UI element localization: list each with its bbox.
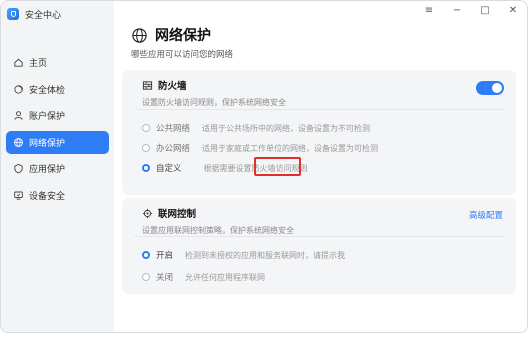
main-panel: ≡ − □ ✕ 网络保护 哪些应用可以访问您的网络 防火墙 设置防火墙访问规则，… [114,1,527,332]
firewall-option-office[interactable]: 办公网络 适用于家庭或工作单位的网络，设备设置为可检测 [142,142,378,154]
sidebar-item-account[interactable]: 账户保护 [6,104,109,127]
user-icon [13,110,24,121]
window-controls: ≡ − □ ✕ [423,5,519,16]
option-desc: 根据需要设置防火墙访问规则 [203,163,308,173]
device-icon [13,190,24,201]
firewall-title: 防火墙 [142,78,286,92]
close-button[interactable]: ✕ [507,5,519,16]
option-label: 公共网络 [156,124,191,134]
firewall-option-public[interactable]: 公共网络 适用于公共场所中的网络，设备设置为不可检测 [142,122,370,134]
network-control-icon [142,208,153,218]
sidebar: 安全中心 主页 安全体检 账户保护 网络保护 应用保护 设备安全 [1,1,114,332]
sidebar-item-label: 安全体检 [29,85,66,96]
shield-icon [13,163,24,174]
sidebar-item-label: 账户保护 [29,112,66,122]
app-logo-icon [7,8,19,20]
option-desc: 适用于公共场所中的网络，设备设置为不可检测 [202,123,371,133]
network-control-title-text: 联网控制 [158,209,197,220]
radio-button-selected[interactable] [142,251,150,259]
network-control-title: 联网控制 [142,206,294,220]
sidebar-item-label: 网络保护 [29,138,66,149]
network-control-card: 联网控制 设置应用联网控制策略，保护系统网络安全 高级配置 开启 检测到未授权的… [122,198,516,294]
page-subtitle: 哪些应用可以访问您的网络 [131,50,234,60]
option-desc: 允许任何应用程序联网 [185,272,266,282]
firewall-option-custom[interactable]: 自定义 根据需要设置防火墙访问规则 [142,162,308,174]
network-control-header: 联网控制 设置应用联网控制策略，保护系统网络安全 [142,206,294,236]
firewall-title-text: 防火墙 [158,81,187,92]
maximize-button[interactable]: □ [479,5,491,16]
firewall-desc: 设置防火墙访问规则，保护系统网络安全 [142,98,286,107]
page-title-text: 网络保护 [155,28,211,44]
page-header: 网络保护 哪些应用可以访问您的网络 [131,25,233,60]
advanced-config-link[interactable]: 高级配置 [469,209,503,221]
menu-icon[interactable]: ≡ [423,5,435,16]
option-label: 关闭 [156,273,174,283]
option-desc: 适用于家庭或工作单位的网络，设备设置为可检测 [202,143,379,153]
firewall-header: 防火墙 设置防火墙访问规则，保护系统网络安全 [142,78,286,108]
network-control-desc: 设置应用联网控制策略，保护系统网络安全 [142,226,294,235]
app-title: 安全中心 [25,10,62,21]
firewall-toggle[interactable] [476,81,504,95]
divider [134,109,504,110]
radio-button[interactable] [142,144,150,152]
firewall-card: 防火墙 设置防火墙访问规则，保护系统网络安全 公共网络 适用于公共场所中的网络，… [122,70,516,195]
option-label: 办公网络 [156,144,191,154]
sidebar-item-label: 主页 [29,59,48,69]
sidebar-item-network[interactable]: 网络保护 [6,130,109,154]
minimize-button[interactable]: − [451,5,463,16]
globe-icon [132,27,147,43]
sidebar-item-home[interactable]: 主页 [6,51,109,74]
app-title-bar: 安全中心 [7,6,61,22]
option-desc: 检测到未授权的应用和服务联网时，请提示我 [185,250,346,260]
sidebar-item-device[interactable]: 设备安全 [6,184,109,207]
sidebar-item-checkup[interactable]: 安全体检 [6,78,109,101]
sidebar-item-app-protect[interactable]: 应用保护 [6,157,109,180]
sidebar-item-label: 应用保护 [29,165,66,175]
option-label: 自定义 [156,164,182,174]
radio-button[interactable] [142,124,150,132]
option-label: 开启 [156,251,174,261]
home-icon [13,57,24,68]
app-window: 安全中心 主页 安全体检 账户保护 网络保护 应用保护 设备安全 ≡ − □ ✕… [0,0,528,333]
radio-button[interactable] [142,273,150,281]
radio-button-selected[interactable] [142,164,150,172]
globe-icon [13,137,24,148]
checkup-icon [13,84,24,95]
divider [134,236,504,237]
firewall-icon [142,80,153,90]
sidebar-item-label: 设备安全 [29,191,66,202]
sidebar-nav: 主页 安全体检 账户保护 网络保护 应用保护 设备安全 [6,51,109,210]
network-control-option-on[interactable]: 开启 检测到未授权的应用和服务联网时，请提示我 [142,249,345,261]
network-control-option-off[interactable]: 关闭 允许任何应用程序联网 [142,271,265,283]
page-title: 网络保护 [131,25,233,45]
